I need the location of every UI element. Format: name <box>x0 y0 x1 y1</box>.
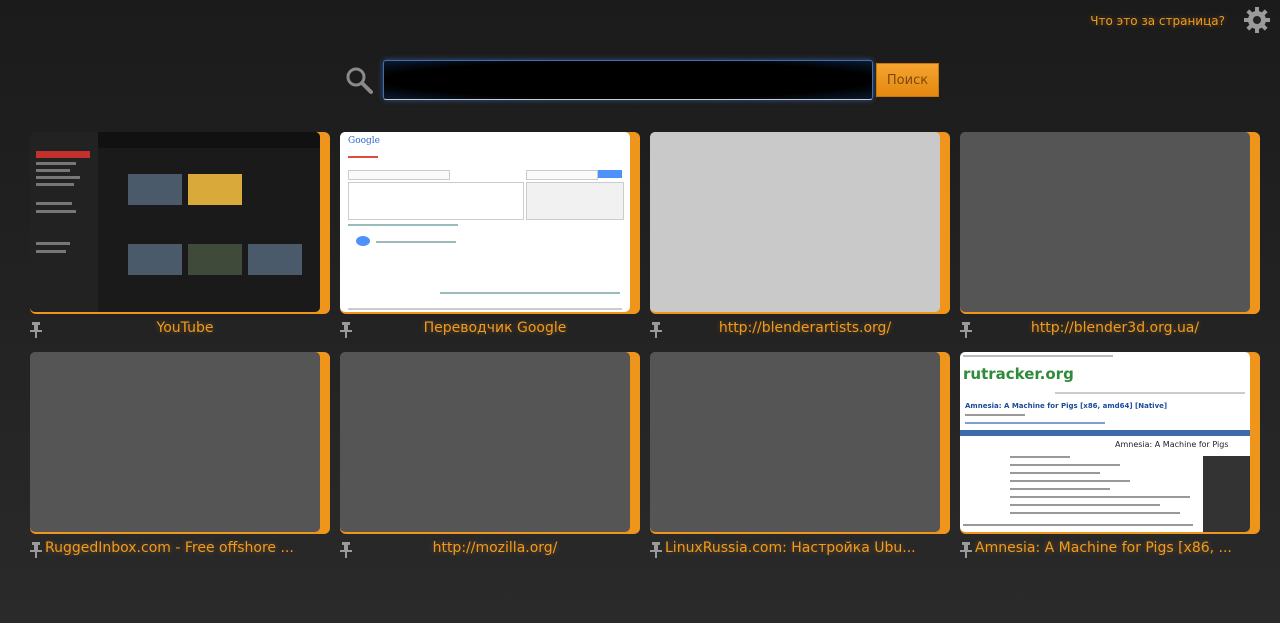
tile-frame: rutracker.org Amnesia: A Machine for Pig… <box>960 352 1260 534</box>
google-translate-thumbnail: Google <box>340 132 630 312</box>
rutracker-thumbnail: rutracker.org Amnesia: A Machine for Pig… <box>960 352 1250 532</box>
search-icon <box>346 67 373 94</box>
tile-frame <box>650 132 950 314</box>
tile-frame <box>650 352 950 534</box>
pin-icon[interactable] <box>650 322 662 338</box>
gear-icon[interactable] <box>1242 5 1272 35</box>
help-link[interactable]: Что это за страница? <box>1090 14 1225 28</box>
pin-icon[interactable] <box>960 322 972 338</box>
tile-thumbnail[interactable] <box>30 132 320 312</box>
tile-thumbnail[interactable]: Google <box>340 132 630 312</box>
tile-thumbnail[interactable]: rutracker.org Amnesia: A Machine for Pig… <box>960 352 1250 532</box>
pin-icon[interactable] <box>340 322 352 338</box>
search-row: Поиск <box>343 60 943 100</box>
tile-frame <box>960 132 1260 314</box>
speed-dial-tile[interactable]: YouTube <box>30 132 330 338</box>
rutracker-heading: Amnesia: A Machine for Pigs [x86, amd64]… <box>965 402 1168 410</box>
pin-icon[interactable] <box>30 542 42 558</box>
tile-frame <box>340 352 640 534</box>
tile-title[interactable]: Переводчик Google <box>355 320 635 336</box>
tile-frame <box>30 352 330 534</box>
pin-icon[interactable] <box>960 542 972 558</box>
speed-dial-tile[interactable]: RuggedInbox.com - Free offshore ... <box>30 352 330 558</box>
tile-title[interactable]: YouTube <box>45 320 325 336</box>
speed-dial-tile[interactable]: LinuxRussia.com: Настройка Ubu... <box>650 352 950 558</box>
search-button[interactable]: Поиск <box>876 63 939 97</box>
tile-frame <box>30 132 330 314</box>
speed-dial-tile[interactable]: Google Переводчик Google <box>340 132 640 338</box>
pin-icon[interactable] <box>30 322 42 338</box>
tile-title[interactable]: LinuxRussia.com: Настройка Ubu... <box>665 540 945 556</box>
youtube-thumbnail <box>30 132 320 312</box>
speed-dial-tile[interactable]: http://mozilla.org/ <box>340 352 640 558</box>
pin-icon[interactable] <box>650 542 662 558</box>
search-input-wrapper <box>383 60 873 100</box>
google-logo: Google <box>348 136 380 146</box>
speed-dial-tile[interactable]: http://blender3d.org.ua/ <box>960 132 1260 338</box>
speed-dial-tile[interactable]: rutracker.org Amnesia: A Machine for Pig… <box>960 352 1260 558</box>
tile-thumbnail[interactable] <box>650 132 940 312</box>
pin-icon[interactable] <box>340 542 352 558</box>
tile-title[interactable]: RuggedInbox.com - Free offshore ... <box>45 540 325 556</box>
speed-dial-tile[interactable]: http://blenderartists.org/ <box>650 132 950 338</box>
tile-frame: Google <box>340 132 640 314</box>
search-input[interactable] <box>384 61 872 99</box>
tile-thumbnail[interactable] <box>30 352 320 532</box>
tile-title[interactable]: http://blender3d.org.ua/ <box>975 320 1255 336</box>
rutracker-subheading: Amnesia: A Machine for Pigs <box>1115 440 1229 449</box>
tile-title[interactable]: http://mozilla.org/ <box>355 540 635 556</box>
tile-thumbnail[interactable] <box>650 352 940 532</box>
tile-thumbnail[interactable] <box>960 132 1250 312</box>
tile-title[interactable]: http://blenderartists.org/ <box>665 320 945 336</box>
rutracker-logo: rutracker.org <box>963 365 1074 383</box>
tile-title[interactable]: Amnesia: A Machine for Pigs [x86, ... <box>975 540 1255 556</box>
tile-thumbnail[interactable] <box>340 352 630 532</box>
